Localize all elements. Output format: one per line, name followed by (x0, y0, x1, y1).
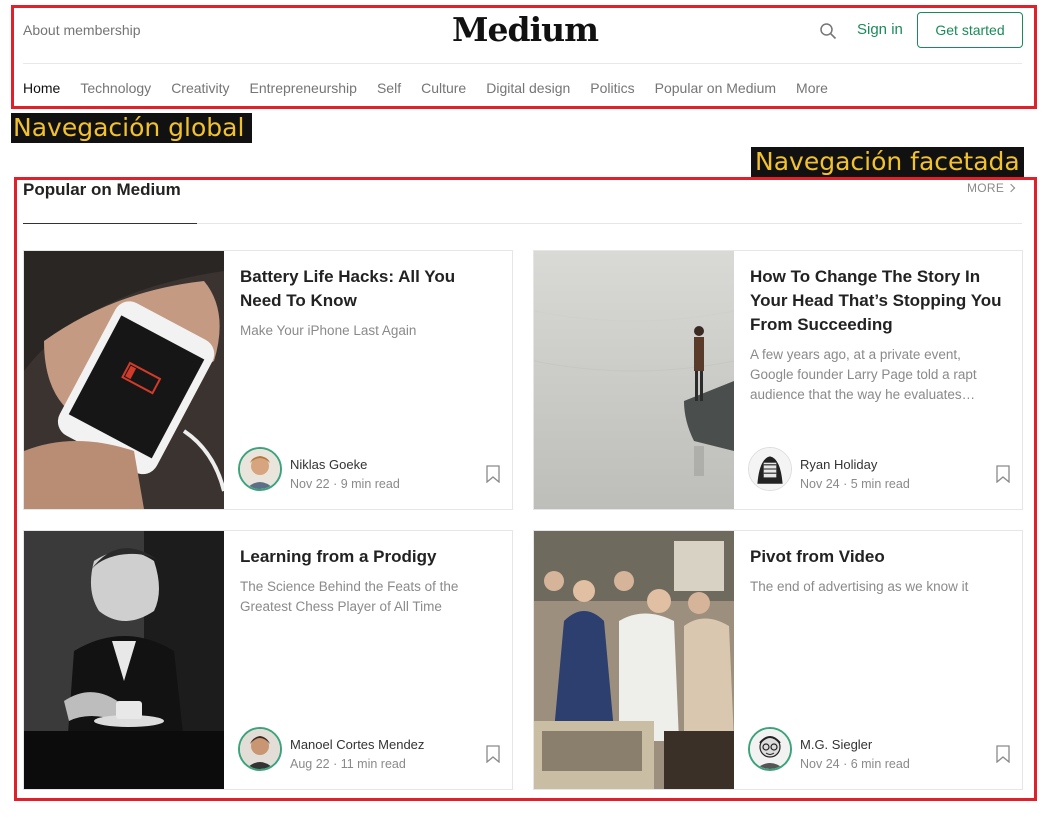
faceted-navigation-highlight (14, 177, 1037, 801)
global-navigation-label: Navegación global (11, 113, 253, 143)
faceted-navigation-label: Navegación facetada (751, 147, 1024, 177)
global-navigation-highlight (11, 5, 1037, 109)
